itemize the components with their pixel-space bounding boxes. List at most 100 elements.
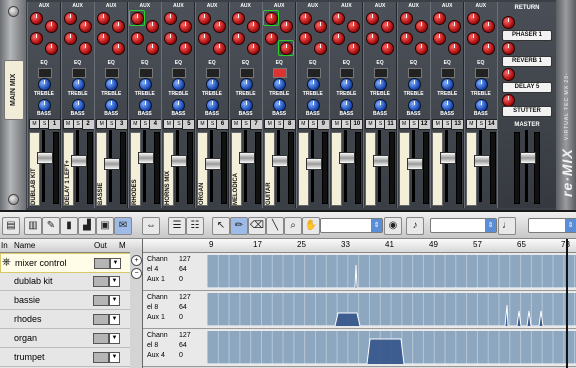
return-knob[interactable] — [502, 68, 515, 81]
aux-send-knob[interactable] — [145, 42, 159, 55]
eq-button[interactable] — [474, 68, 489, 78]
channel-fader[interactable] — [70, 155, 87, 167]
channel-name[interactable] — [465, 132, 477, 206]
track-view-icon[interactable]: ▤ — [2, 217, 20, 235]
aux-send-knob[interactable] — [213, 42, 226, 55]
output-device-icon[interactable] — [93, 352, 109, 363]
aux-send-knob[interactable] — [466, 32, 480, 45]
return-knob[interactable] — [502, 16, 515, 29]
aux-send-knob[interactable] — [366, 12, 379, 25]
song-position-marker[interactable] — [566, 239, 568, 368]
editor-icon[interactable]: ▣ — [96, 217, 114, 235]
return-knob[interactable] — [502, 42, 515, 55]
treble-knob[interactable] — [38, 78, 51, 91]
aux-send-knob[interactable] — [381, 42, 394, 55]
aux-send-knob[interactable] — [213, 20, 226, 33]
return-fx-3[interactable]: DELAY 5 — [502, 82, 552, 93]
treble-knob[interactable] — [474, 78, 488, 91]
channel-name[interactable]: RHODES — [129, 132, 141, 206]
aux-send-knob[interactable] — [399, 12, 413, 25]
arrow-tool-icon[interactable]: ↖ — [212, 217, 230, 235]
channel-fader[interactable] — [205, 158, 221, 170]
output-device-icon[interactable] — [93, 276, 109, 287]
aux-send-knob[interactable] — [433, 12, 447, 25]
lane-expand-icon[interactable]: ⇔ — [142, 217, 160, 235]
line-tool-icon[interactable]: ╲ — [266, 217, 284, 235]
aux-send-knob[interactable] — [112, 42, 126, 55]
channel-name[interactable]: MELODICA — [230, 132, 242, 206]
treble-knob[interactable] — [340, 78, 354, 91]
lanes-collapse-icon[interactable]: ☷ — [186, 217, 204, 235]
track-row[interactable]: organ ▼ — [0, 329, 130, 348]
aux-send-knob[interactable] — [381, 20, 394, 33]
aux-send-knob[interactable] — [414, 42, 428, 55]
channel-fader[interactable] — [137, 152, 154, 164]
eq-button[interactable] — [172, 68, 187, 78]
lanes-icon[interactable]: ☰ — [168, 217, 186, 235]
eq-button[interactable] — [138, 68, 153, 78]
automation-lane[interactable]: Chann el 4 Aux 1 127 64 0 — [143, 253, 576, 291]
zoom-out-icon[interactable]: − — [131, 268, 142, 279]
channel-name[interactable]: DUBLAB KIT — [29, 132, 40, 206]
automation-curve[interactable] — [207, 293, 576, 326]
treble-knob[interactable] — [172, 78, 186, 91]
output-device-icon[interactable] — [93, 295, 109, 306]
channel-fader[interactable] — [238, 152, 255, 164]
aux-send-knob[interactable] — [366, 32, 379, 45]
aux-send-knob[interactable] — [433, 32, 447, 45]
treble-knob[interactable] — [206, 78, 219, 91]
treble-knob[interactable] — [306, 78, 320, 91]
eq-button[interactable] — [407, 68, 422, 78]
magnify-tool-icon[interactable]: ⌕ — [284, 217, 302, 235]
aux-send-knob[interactable] — [130, 32, 144, 45]
channel-name[interactable] — [432, 132, 444, 206]
aux-send-knob[interactable] — [145, 20, 159, 33]
aux-send-knob[interactable] — [164, 12, 178, 25]
aux-send-knob[interactable] — [97, 12, 111, 25]
aux-send-knob[interactable] — [112, 20, 126, 33]
aux-send-knob[interactable] — [448, 42, 462, 55]
channel-fader[interactable] — [272, 155, 289, 167]
aux-send-knob[interactable] — [198, 12, 211, 25]
automation-lane[interactable]: Chann el 8 Aux 1 127 64 0 — [143, 291, 576, 329]
track-name[interactable]: mixer control — [15, 258, 67, 268]
eq-button[interactable] — [273, 68, 288, 78]
aux-send-knob[interactable] — [30, 32, 43, 45]
record-icon[interactable]: ◉ — [384, 217, 402, 235]
eq-button[interactable] — [239, 68, 254, 78]
track-name[interactable]: bassie — [14, 295, 40, 305]
aux-send-knob[interactable] — [45, 42, 58, 55]
treble-knob[interactable] — [273, 78, 287, 91]
eq-button[interactable] — [206, 68, 220, 78]
controller-icon[interactable]: ▟ — [78, 217, 96, 235]
eq-button[interactable] — [340, 68, 355, 78]
track-name[interactable]: dublab kit — [14, 276, 53, 286]
channel-fader[interactable] — [440, 152, 457, 164]
aux-send-knob[interactable] — [313, 20, 327, 33]
output-dropdown[interactable]: ▼ — [109, 333, 120, 344]
treble-knob[interactable] — [407, 78, 421, 91]
aux-send-knob[interactable] — [347, 20, 361, 33]
aux-send-knob[interactable] — [63, 32, 77, 45]
track-name[interactable]: organ — [14, 333, 37, 343]
channel-fader[interactable] — [339, 152, 356, 164]
track-row[interactable]: rhodes ▼ — [0, 310, 130, 329]
treble-knob[interactable] — [105, 78, 119, 91]
aux-send-knob[interactable] — [30, 12, 43, 25]
channel-fader[interactable] — [104, 158, 121, 170]
output-dropdown[interactable]: ▼ — [109, 314, 120, 325]
automation-lane[interactable]: Chann el 8 Aux 4 127 64 0 — [143, 329, 576, 367]
grid-dropdown[interactable]: ⇕ — [528, 218, 576, 233]
aux-send-knob[interactable] — [332, 32, 346, 45]
pencil-tool-icon[interactable]: ✏ — [230, 217, 248, 235]
return-fx-1[interactable]: PHASER 1 — [502, 30, 552, 41]
aux-send-knob[interactable] — [231, 12, 245, 25]
automation-curve[interactable] — [207, 255, 576, 288]
channel-name[interactable]: GUITAR — [264, 132, 276, 206]
channel-name[interactable]: DELAY 1 LEFT+ — [62, 132, 74, 206]
aux-send-knob[interactable] — [298, 32, 312, 45]
velocity-icon[interactable]: ▮ — [60, 217, 78, 235]
track-name[interactable]: trumpet — [14, 352, 45, 362]
output-device-icon[interactable] — [93, 333, 109, 344]
snap-dropdown[interactable]: ⇕ — [320, 218, 383, 233]
